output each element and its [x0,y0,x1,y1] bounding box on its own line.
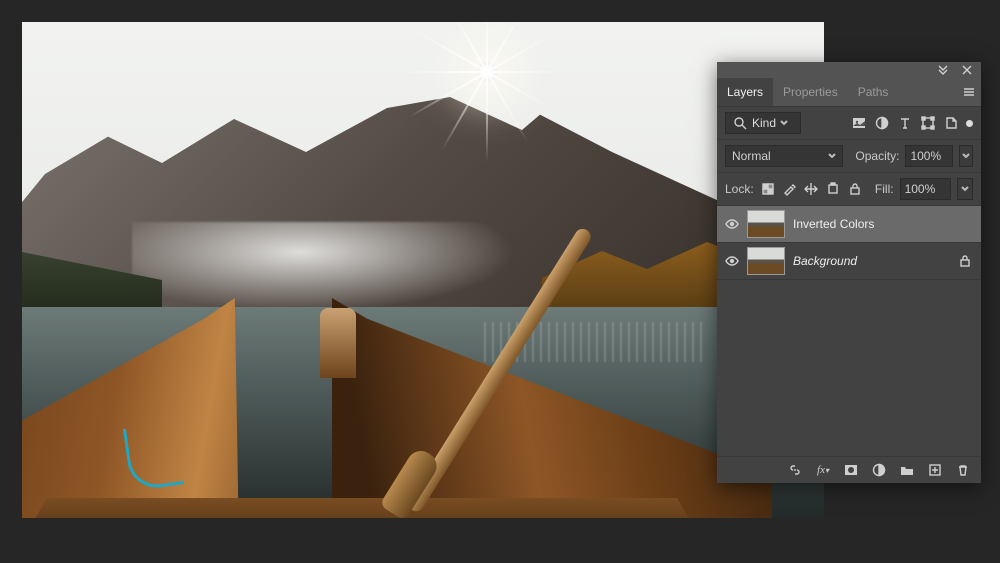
delete-layer-icon[interactable] [955,462,971,478]
lock-transparency-icon[interactable] [760,181,776,197]
opacity-label: Opacity: [855,149,899,163]
blend-row: Normal Opacity: 100% [717,139,981,172]
chevron-down-icon [780,116,788,130]
sun-ray [486,22,488,162]
fill-input[interactable]: 100% [900,178,952,200]
layer-filter-dropdown[interactable]: Kind [725,112,801,134]
visibility-toggle-icon[interactable] [725,253,739,269]
lock-position-icon[interactable] [803,181,819,197]
tab-properties[interactable]: Properties [773,78,848,106]
blend-mode-dropdown[interactable]: Normal [725,145,843,167]
blend-mode-value: Normal [732,149,771,163]
search-icon [732,115,748,131]
link-layers-icon[interactable] [787,462,803,478]
chevron-down-icon [828,149,836,163]
fill-label: Fill: [875,182,894,196]
adjustment-layer-icon[interactable] [871,462,887,478]
layer-name[interactable]: Background [793,254,949,268]
visibility-toggle-icon[interactable] [725,216,739,232]
layer-row[interactable]: Inverted Colors [717,206,981,243]
fx-icon[interactable]: fx▾ [815,462,831,478]
layer-list[interactable]: Inverted Colors Background [717,205,981,456]
layer-panel-footer: fx▾ [717,456,981,483]
boat-region [22,298,782,518]
layer-mask-icon[interactable] [843,462,859,478]
layer-thumbnail[interactable] [747,247,785,275]
layer-row[interactable]: Background [717,243,981,280]
layer-thumbnail[interactable] [747,210,785,238]
adjustment-filter-icon[interactable] [874,115,890,131]
fill-slider-toggle[interactable] [957,178,973,200]
panel-menu-icon[interactable] [961,84,977,100]
lock-icon[interactable] [957,253,973,269]
artboard-filter-icon[interactable] [966,120,973,127]
opacity-slider-toggle[interactable] [959,145,973,167]
panel-tabs: Layers Properties Paths [717,78,981,106]
tab-layers[interactable]: Layers [717,78,773,106]
close-panel-icon[interactable] [959,62,975,78]
filter-label: Kind [752,116,776,130]
shape-filter-icon[interactable] [920,115,936,131]
type-filter-icon[interactable] [897,115,913,131]
lock-label: Lock: [725,182,754,196]
layer-name[interactable]: Inverted Colors [793,217,973,231]
new-layer-icon[interactable] [927,462,943,478]
lock-row: Lock: Fill: 100% [717,172,981,205]
filter-row: Kind [717,106,981,139]
tab-paths[interactable]: Paths [848,78,899,106]
image-filter-icon[interactable] [851,115,867,131]
layers-panel: Layers Properties Paths Kind Normal Opac… [717,62,981,483]
lock-artboard-icon[interactable] [825,181,841,197]
collapse-panel-icon[interactable] [935,62,951,78]
opacity-input[interactable]: 100% [905,145,952,167]
document-canvas[interactable] [22,22,824,518]
sun-ray [397,71,567,73]
lock-paint-icon[interactable] [782,181,798,197]
smartobject-filter-icon[interactable] [943,115,959,131]
lock-all-icon[interactable] [847,181,863,197]
group-icon[interactable] [899,462,915,478]
